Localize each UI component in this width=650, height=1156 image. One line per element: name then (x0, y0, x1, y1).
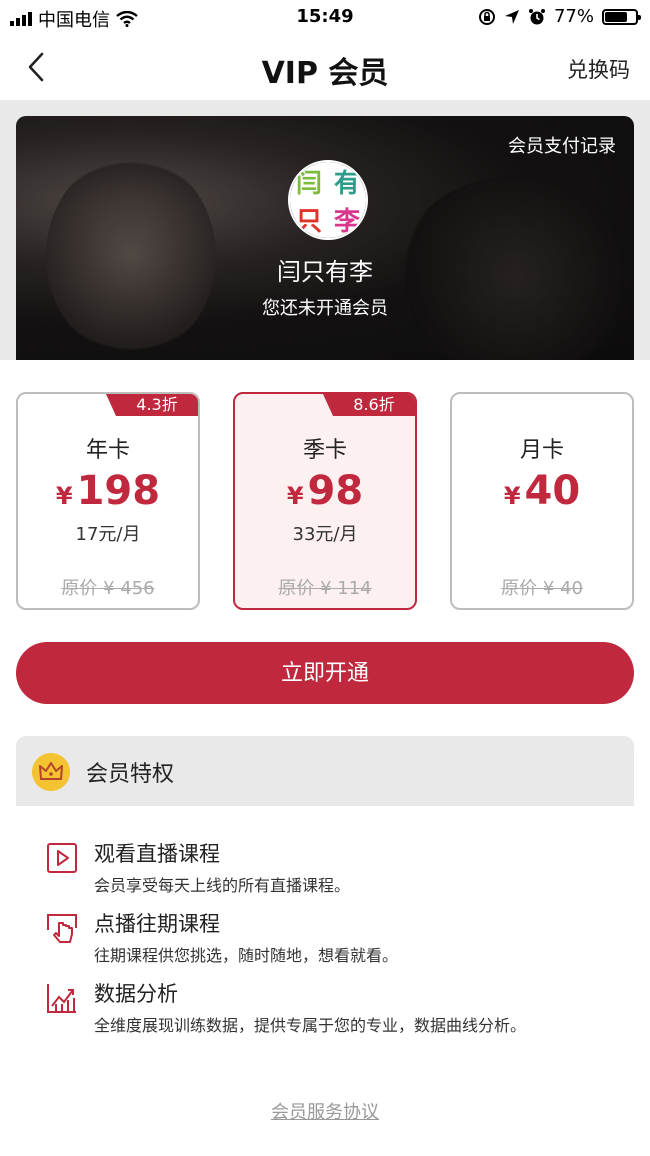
plan-price: ¥198 (18, 468, 198, 514)
currency-symbol: ¥ (286, 482, 304, 510)
original-price: 原价 ¥ 40 (501, 578, 583, 599)
status-bar: 中国电信 15:49 77% (0, 0, 650, 34)
plan-price: ¥98 (235, 468, 415, 514)
status-right: 77% (478, 6, 641, 27)
privilege-title: 观看直播课程 (94, 842, 220, 866)
plan-name: 月卡 (519, 438, 564, 463)
page-title: VIP 会员 (261, 56, 389, 91)
profile-banner: 会员支付记录 闫 有 只 李 闫只有李 您还未开通会员 (16, 116, 634, 360)
discount-badge: 8.6折 (323, 394, 415, 416)
currency-symbol: ¥ (503, 482, 521, 510)
plan-name: 年卡 (85, 438, 130, 463)
battery-fill (605, 11, 627, 22)
touch-icon (47, 914, 77, 943)
original-price: 原价 ¥ 114 (278, 578, 372, 599)
price-value: 98 (307, 468, 364, 514)
original-price: 原价 ¥ 456 (61, 578, 155, 599)
play-icon (47, 843, 77, 873)
discount-badge: 4.3折 (106, 394, 198, 416)
privilege-title: 数据分析 (94, 982, 178, 1006)
privileges-title: 会员特权 (86, 762, 175, 787)
price-value: 198 (76, 468, 161, 514)
privilege-description: 往期课程供您挑选，随时随地，想看就看。 (94, 946, 399, 965)
battery-percent: 77% (553, 6, 594, 27)
username: 闫只有李 (277, 258, 373, 286)
privilege-title: 点播往期课程 (94, 912, 220, 936)
redeem-code-button[interactable]: 兑换码 (567, 54, 630, 84)
rotation-lock-icon (478, 8, 495, 25)
alarm-icon (528, 8, 545, 24)
crown-icon (32, 753, 70, 791)
privileges-header: 会员特权 (16, 736, 634, 806)
plan-card-monthly[interactable]: 月卡 ¥40 原价 ¥ 40 (450, 392, 634, 610)
activate-now-button[interactable]: 立即开通 (16, 642, 634, 704)
plan-card-annual[interactable]: 4.3折 年卡 ¥198 17元/月 原价 ¥ 456 (16, 392, 200, 610)
price-per-month: 33元/月 (292, 524, 358, 545)
privilege-description: 全维度展现训练数据，提供专属于您的专业，数据曲线分析。 (94, 1016, 527, 1035)
chart-icon (47, 984, 76, 1013)
privilege-description: 会员享受每天上线的所有直播课程。 (94, 876, 351, 895)
membership-status: 您还未开通会员 (262, 298, 388, 319)
plan-card-quarterly[interactable]: 8.6折 季卡 ¥98 33元/月 原价 ¥ 114 (233, 392, 417, 610)
avatar[interactable]: 闫 有 只 李 (288, 160, 368, 240)
price-value: 40 (524, 468, 581, 514)
price-per-month: 17元/月 (75, 524, 141, 545)
nav-bar: VIP 会员 兑换码 (0, 34, 650, 100)
location-icon (504, 9, 519, 24)
plan-name: 季卡 (302, 438, 347, 463)
plan-price: ¥40 (452, 468, 632, 514)
currency-symbol: ¥ (55, 482, 73, 510)
membership-agreement-link[interactable]: 会员服务协议 (0, 1098, 650, 1124)
battery-icon (602, 8, 641, 25)
payment-records-link[interactable]: 会员支付记录 (508, 132, 616, 158)
